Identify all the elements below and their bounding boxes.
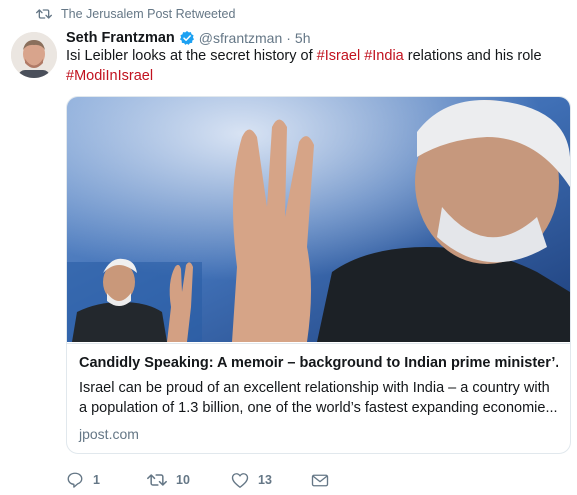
like-count: 13 xyxy=(258,473,272,487)
card-photo xyxy=(67,97,570,342)
retweet-count: 10 xyxy=(176,473,190,487)
card-title[interactable]: Candidly Speaking: A memoir – background… xyxy=(79,354,558,373)
hashtag-modiinisrael-link[interactable]: #ModiInIsrael xyxy=(66,68,153,84)
hashtag-india-link[interactable]: #India xyxy=(364,48,404,64)
link-card[interactable]: Candidly Speaking: A memoir – background… xyxy=(66,96,571,454)
like-button[interactable]: 13 xyxy=(231,472,311,489)
tweet-text-segment: Isi Leibler looks at the secret history … xyxy=(66,48,317,64)
verified-badge-icon xyxy=(179,31,194,45)
author-name[interactable]: Seth Frantzman xyxy=(66,30,175,46)
reply-button[interactable]: 1 xyxy=(66,471,147,489)
reply-count: 1 xyxy=(93,473,100,487)
retweet-context[interactable]: The Jerusalem Post Retweeted xyxy=(36,6,235,22)
card-description: Israel can be proud of an excellent rela… xyxy=(79,380,558,416)
author-handle[interactable]: @sfrantzman xyxy=(199,30,282,46)
avatar[interactable] xyxy=(11,32,57,78)
retweet-icon xyxy=(147,474,167,486)
tweet-text: Isi Leibler looks at the secret history … xyxy=(66,46,566,86)
direct-message-button[interactable] xyxy=(311,473,329,488)
tweet-timestamp[interactable]: 5h xyxy=(295,30,311,46)
tweet-header: Seth Frantzman @sfrantzman · 5h xyxy=(66,29,310,47)
card-domain: jpost.com xyxy=(79,426,139,442)
tweet-actions: 1 10 13 xyxy=(66,470,329,490)
hashtag-israel-link[interactable]: #Israel xyxy=(317,48,361,64)
card-body: Candidly Speaking: A memoir – background… xyxy=(67,343,570,453)
avatar-photo xyxy=(11,32,57,78)
card-image[interactable] xyxy=(67,97,570,342)
like-icon xyxy=(231,472,249,488)
direct-message-icon xyxy=(311,474,329,486)
reply-icon xyxy=(67,472,83,488)
retweet-context-label: The Jerusalem Post Retweeted xyxy=(61,7,236,21)
separator-dot: · xyxy=(286,30,291,46)
tweet-text-segment: relations and his role xyxy=(403,48,542,64)
retweet-icon xyxy=(36,9,52,19)
retweet-button[interactable]: 10 xyxy=(147,471,231,489)
